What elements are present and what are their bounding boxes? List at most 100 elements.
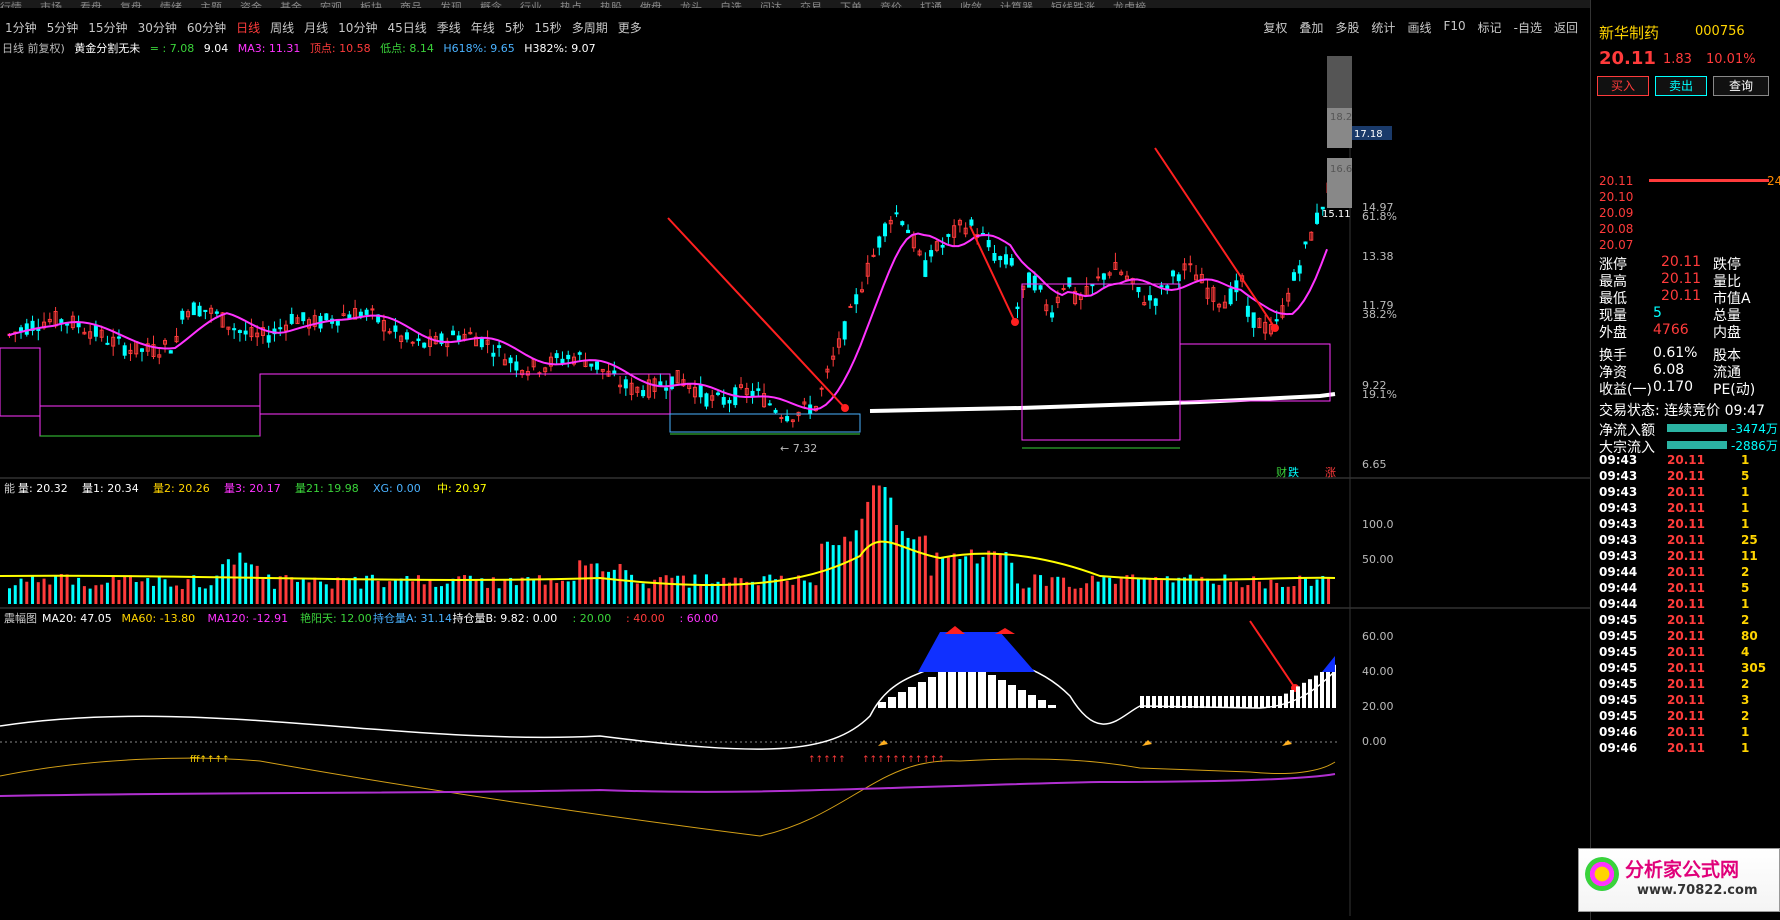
top-menu-item[interactable]: 行情 (0, 2, 22, 8)
orderbook-price[interactable]: 20.11 (1599, 174, 1633, 188)
top-menu-item[interactable]: 问达 (760, 2, 782, 8)
volume-bar (526, 577, 530, 604)
volume-bar (831, 545, 835, 604)
price-change-pct: 10.01% (1706, 52, 1756, 67)
candle-body (969, 219, 974, 226)
sell-button[interactable]: 卖出 (1655, 76, 1707, 96)
toolbar-action[interactable]: -自选 (1508, 19, 1548, 36)
volume-bar (192, 575, 196, 604)
candle-body (641, 390, 646, 397)
timeframe-tab[interactable]: 5分钟 (42, 19, 84, 36)
top-menu-item[interactable]: 主题 (200, 2, 222, 8)
timeframe-tab[interactable]: 日线 (231, 19, 265, 36)
volume-legend-name: 能 (4, 481, 15, 495)
tick-price: 20.11 (1667, 597, 1705, 611)
volume-bar (1194, 580, 1198, 604)
tick-time: 09:43 (1599, 533, 1638, 547)
osc-legend-item: : 60.00 (680, 612, 719, 625)
volume-bar (981, 556, 985, 604)
top-menu-item[interactable]: 龙虎榜 (1113, 2, 1146, 8)
volume-bar (1206, 578, 1210, 604)
timeframe-tab[interactable]: 月线 (299, 19, 333, 36)
top-menu-item[interactable]: 热股 (600, 2, 622, 8)
timeframe-tab[interactable]: 季线 (432, 19, 466, 36)
timeframe-tab[interactable]: 45日线 (382, 19, 431, 36)
top-menu-item[interactable]: 下单 (840, 2, 862, 8)
volume-bar (595, 563, 599, 604)
toolbar-action[interactable]: 统计 (1365, 19, 1401, 36)
buy-button[interactable]: 买入 (1597, 76, 1649, 96)
tick-price: 20.11 (1667, 693, 1705, 707)
top-menu-item[interactable]: 复盘 (120, 2, 142, 8)
volume-legend-item: 量3: 20.17 (224, 482, 281, 495)
timeframe-tab[interactable]: 60分钟 (182, 19, 231, 36)
volume-bar (301, 579, 305, 604)
volume-bar (1108, 577, 1112, 604)
top-menu-item[interactable]: 打通 (920, 2, 942, 8)
flower-logo-icon (1585, 857, 1619, 891)
orderbook-price[interactable]: 20.07 (1599, 238, 1633, 252)
toolbar-action[interactable]: 标记 (1472, 19, 1508, 36)
top-menu-item[interactable]: 基金 (280, 2, 302, 8)
top-menu-item[interactable]: 热点 (560, 2, 582, 8)
volume-bar (1257, 581, 1261, 604)
orderbook-price[interactable]: 20.10 (1599, 190, 1633, 204)
top-menu-item[interactable]: 自选 (720, 2, 742, 8)
top-menu-item[interactable]: 计算器 (1000, 2, 1033, 8)
volume-bar (733, 577, 737, 604)
top-menu-item[interactable]: 龙头 (680, 2, 702, 8)
toolbar-action[interactable]: 画线 (1401, 19, 1437, 36)
volume-bar (474, 580, 478, 604)
timeframe-tab[interactable]: 年线 (466, 19, 500, 36)
timeframe-tab[interactable]: 更多 (613, 19, 647, 36)
toolbar-action[interactable]: F10 (1437, 19, 1471, 36)
top-menu-item[interactable]: 竞价 (880, 2, 902, 8)
top-menu-item[interactable]: 短线跌涨 (1051, 2, 1095, 8)
top-menu-item[interactable]: 资金 (240, 2, 262, 8)
timeframe-tab[interactable]: 30分钟 (133, 19, 182, 36)
toolbar-action[interactable]: 多股 (1329, 19, 1365, 36)
top-menu-item[interactable]: 板块 (360, 2, 382, 8)
timeframe-tab[interactable]: 多周期 (567, 19, 613, 36)
top-menu-item[interactable]: 发现 (440, 2, 462, 8)
top-menu-item[interactable]: 交易 (800, 2, 822, 8)
query-button[interactable]: 查询 (1713, 76, 1769, 96)
top-menu-item[interactable]: 看盘 (80, 2, 102, 8)
candle-body (1274, 319, 1279, 322)
orderbook-price[interactable]: 20.09 (1599, 206, 1633, 220)
volume-bar (1171, 582, 1175, 604)
top-menu-item[interactable]: 商品 (400, 2, 422, 8)
toolbar-action[interactable]: 复权 (1257, 19, 1293, 36)
legend-top: 顶点: 10.58 (309, 42, 371, 55)
timeframe-tab[interactable]: 15分钟 (83, 19, 132, 36)
kline-chart[interactable]: 20.1114.9761.8%13.3811.7938.2%9.2219.1%6… (0, 56, 1590, 916)
timeframe-tab[interactable]: 10分钟 (333, 19, 382, 36)
top-menu-item[interactable]: 做盘 (640, 2, 662, 8)
top-menu-item[interactable]: 概念 (480, 2, 502, 8)
volume-bar (1309, 585, 1313, 604)
timeframe-toolbar: 1分钟 5分钟 15分钟 30分钟 60分钟 日线 周线 月线 10分钟 45日线 季线 年线 5秒 15… (0, 16, 1590, 38)
timeframe-tab[interactable]: 周线 (265, 19, 299, 36)
timeframe-tab[interactable]: 5秒 (500, 19, 530, 36)
timeframe-tab[interactable]: 15秒 (529, 19, 566, 36)
mini-axis-label: 16.6 (1330, 164, 1352, 175)
toolbar-action[interactable]: 叠加 (1293, 19, 1329, 36)
volume-bar (693, 574, 697, 604)
candle-body (1038, 285, 1043, 290)
indicator-name[interactable]: 黄金分割无未 (74, 42, 140, 55)
volume-bar (249, 564, 253, 604)
volume-bar (486, 587, 490, 604)
orderbook-price[interactable]: 20.08 (1599, 222, 1633, 236)
top-menu-item[interactable]: 行业 (520, 2, 542, 8)
volume-bar (221, 564, 225, 604)
top-menu-item[interactable]: 宏观 (320, 2, 342, 8)
top-menu-item[interactable]: 收敛 (960, 2, 982, 8)
tick-time: 09:44 (1599, 581, 1638, 595)
volume-bar (440, 586, 443, 604)
toolbar-action[interactable]: 返回 (1548, 19, 1584, 36)
top-menu-item[interactable]: 市场 (40, 2, 62, 8)
top-menu-item[interactable]: 情绪 (160, 2, 182, 8)
timeframe-tab[interactable]: 1分钟 (0, 19, 42, 36)
volume-bar (975, 563, 979, 604)
candle-body (715, 392, 720, 395)
